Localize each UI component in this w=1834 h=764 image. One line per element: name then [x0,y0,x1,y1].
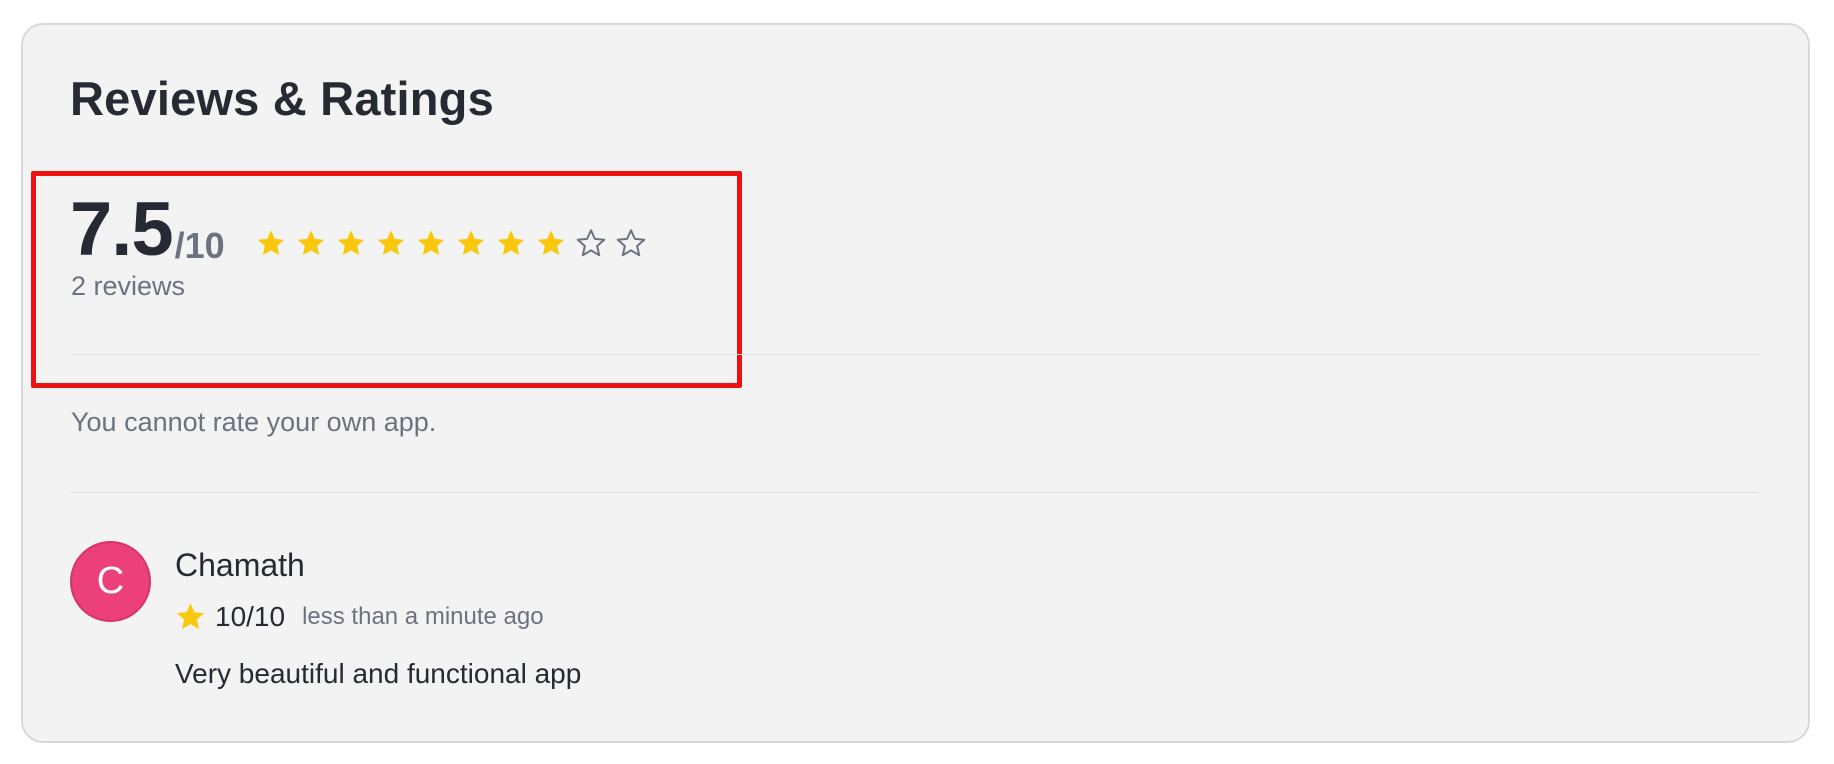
star-filled-icon [175,601,206,632]
star-filled-icon [336,228,366,258]
star-filled-icon [536,228,566,258]
star-empty-icon [616,228,646,258]
section-title: Reviews & Ratings [70,72,494,125]
avatar: C [70,541,151,622]
star-filled-icon [496,228,526,258]
star-filled-icon [416,228,446,258]
star-rating-row [256,228,646,258]
star-filled-icon [296,228,326,258]
reviewer-name: Chamath [175,547,305,583]
review-time: less than a minute ago [302,602,544,630]
reviews-card [21,23,1810,743]
review-count: 2 reviews [71,271,186,301]
star-filled-icon [456,228,486,258]
rating-notice: You cannot rate your own app. [71,407,437,437]
divider [71,492,1759,493]
star-empty-icon [576,228,606,258]
average-score: 7.5 [70,187,174,272]
score-max: /10 [174,225,225,266]
review-meta: 10/10 less than a minute ago [175,601,544,632]
star-filled-icon [256,228,286,258]
divider [71,354,1759,355]
review-score: 10/10 [215,600,286,632]
rating-score: 7.5 /10 [70,178,225,268]
avatar-initial: C [96,560,125,602]
review-text: Very beautiful and functional app [175,658,582,689]
star-filled-icon [376,228,406,258]
